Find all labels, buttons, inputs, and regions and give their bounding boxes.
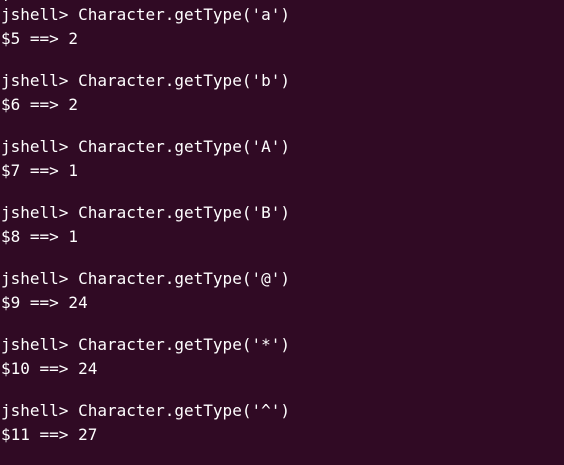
- output-line: $8 ==> 1: [1, 227, 79, 246]
- command-line: jshell> Character.getType('^'): [1, 401, 290, 420]
- command-line: jshell> Character.getType('A'): [1, 137, 290, 156]
- output-line: $10 ==> 24: [1, 359, 98, 378]
- clipped-previous-line: |: [1, 0, 11, 3]
- output-line: $5 ==> 2: [1, 29, 79, 48]
- command-line: jshell> Character.getType('b'): [1, 71, 290, 90]
- output-line: $9 ==> 24: [1, 293, 88, 312]
- output-line: $7 ==> 1: [1, 161, 79, 180]
- command-line: jshell> Character.getType('a'): [1, 5, 290, 24]
- command-line: jshell> Character.getType('*'): [1, 335, 290, 354]
- command-line: jshell> Character.getType('@'): [1, 269, 290, 288]
- command-line: jshell> Character.getType('B'): [1, 203, 290, 222]
- output-line: $6 ==> 2: [1, 95, 79, 114]
- terminal-window[interactable]: | jshell> Character.getType('a') $5 ==> …: [0, 0, 564, 465]
- output-line: $11 ==> 27: [1, 425, 98, 444]
